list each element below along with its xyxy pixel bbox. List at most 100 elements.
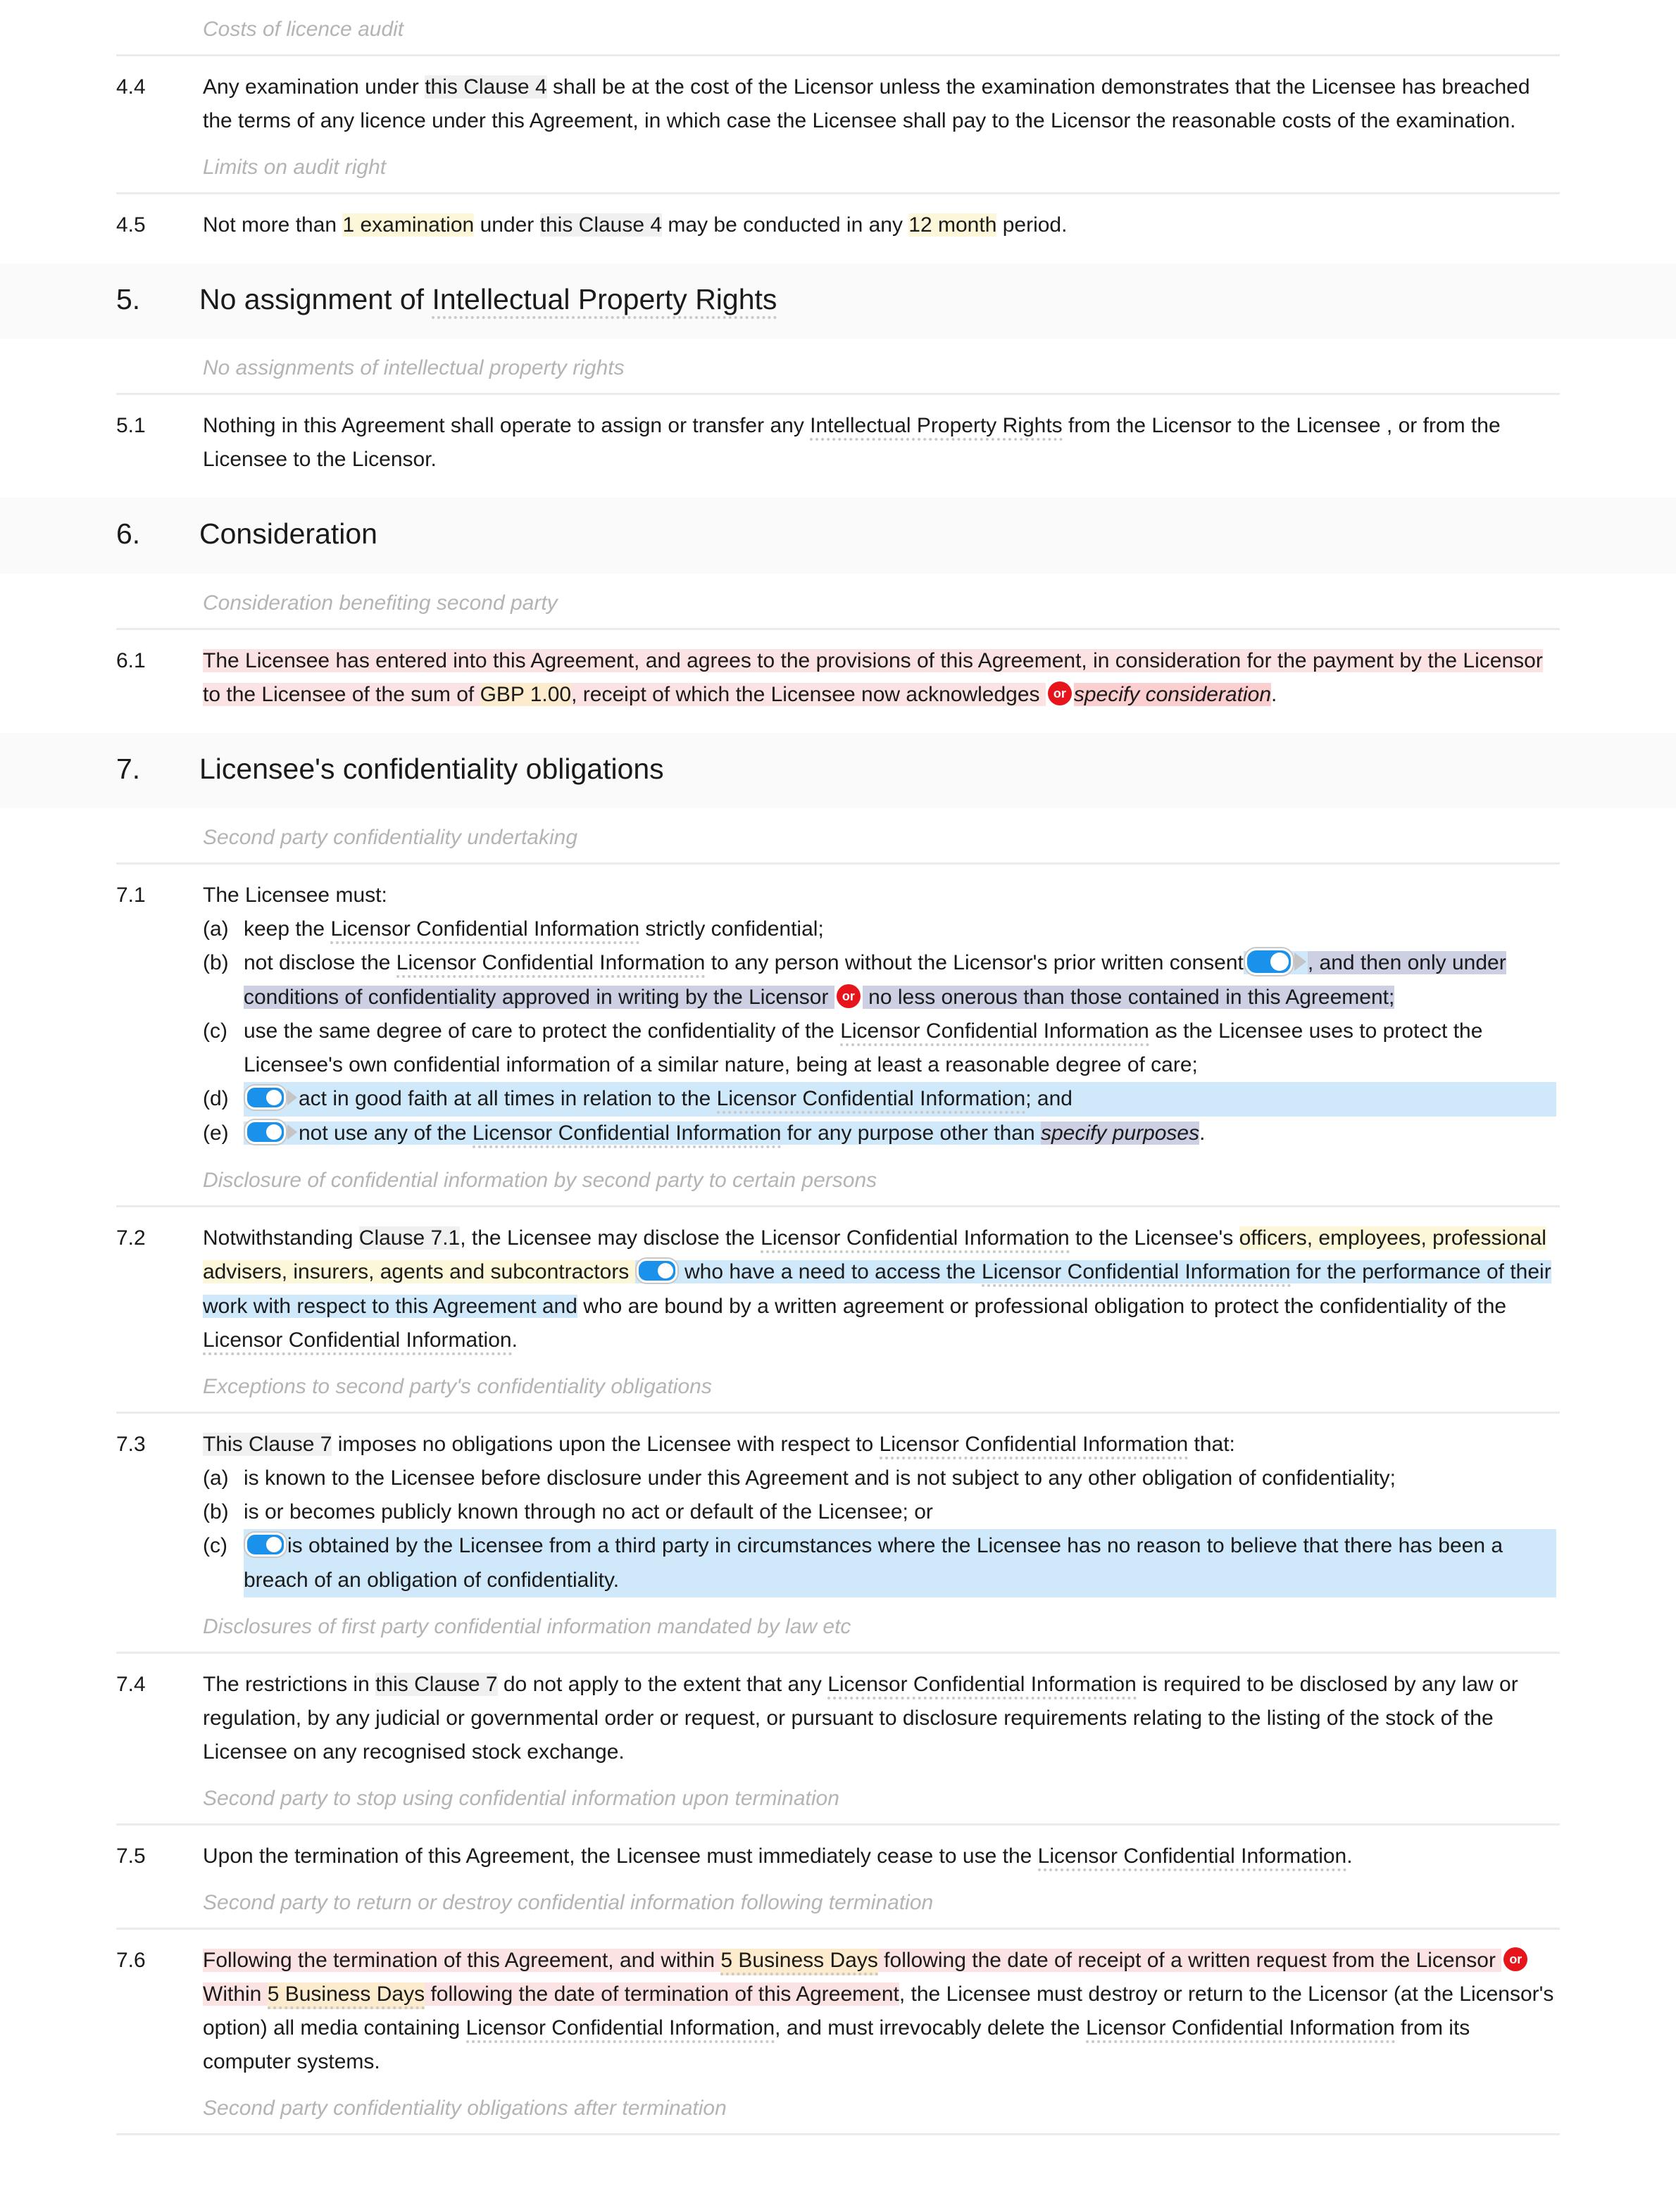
clause-number: 7.2: [116, 1226, 146, 1250]
clause-4-4: 4.4 Any examination under this Clause 4 …: [0, 56, 1676, 138]
text-fragment: .: [1199, 1121, 1206, 1145]
clause-text: The Licensee must: (a) keep the Licensor…: [203, 879, 1676, 1151]
sub-clause-d: (d) act in good faith at all times in re…: [203, 1080, 1556, 1117]
text-fragment: Nothing in this Agreement shall operate …: [203, 414, 811, 438]
rubric-exceptions-obligations: Exceptions to second party's confidentia…: [203, 1375, 712, 1399]
or-badge[interactable]: or: [1503, 1947, 1528, 1972]
defined-term[interactable]: Licensor Confidential Information: [716, 1086, 1026, 1114]
clause-reference[interactable]: this Clause 7: [375, 1673, 498, 1697]
optional-block[interactable]: Following the termination of this Agreem…: [203, 1949, 1502, 1976]
sub-clause-text[interactable]: is obtained by the Licensee from a third…: [244, 1527, 1556, 1598]
text-fragment: for any purpose other than: [781, 1121, 1041, 1145]
or-badge[interactable]: or: [1047, 681, 1072, 705]
document-page: Costs of licence audit 4.4 Any examinati…: [0, 0, 1676, 2212]
clause-reference[interactable]: Clause 7.1: [358, 1226, 461, 1250]
defined-term[interactable]: Licensor Confidential Information: [761, 1226, 1070, 1253]
clause-text: Not more than 1 examination under this C…: [203, 208, 1676, 242]
text-fragment: .: [511, 1328, 518, 1352]
defined-term[interactable]: Licensor Confidential Information: [472, 1121, 782, 1148]
clause-7-1: 7.1 The Licensee must: (a) keep the Lice…: [0, 865, 1676, 1151]
divider: [116, 2133, 1560, 2136]
clause-reference[interactable]: This Clause 7: [203, 1433, 332, 1457]
clause-7-3: 7.3 This Clause 7 imposes no obligations…: [0, 1414, 1676, 1598]
variable-field[interactable]: 5 Business Days: [267, 1982, 425, 2010]
clause-number: 7.3: [116, 1433, 146, 1457]
variable-field[interactable]: 12 month: [908, 213, 997, 237]
defined-term[interactable]: Licensor Confidential Information: [203, 1328, 512, 1356]
section-title: Consideration: [199, 517, 377, 551]
defined-term[interactable]: Licensor Confidential Information: [1037, 1845, 1347, 1872]
defined-term[interactable]: Licensor Confidential Information: [465, 2016, 775, 2044]
text-fragment: to the Licensee's: [1069, 1226, 1239, 1250]
defined-term[interactable]: Intellectual Property Rights: [432, 283, 777, 319]
rubric-return-or-destroy: Second party to return or destroy confid…: [203, 1891, 934, 1915]
section-title: Licensee's confidentiality obligations: [199, 752, 664, 785]
rubric-second-party-undertaking: Second party confidentiality undertaking: [203, 825, 578, 849]
defined-term[interactable]: Licensor Confidential Information: [981, 1259, 1291, 1287]
toggle-switch-on[interactable]: [245, 1114, 297, 1148]
rubric-consideration-benefiting: Consideration benefiting second party: [203, 591, 558, 615]
sub-clause-text: is known to the Licensee before disclosu…: [244, 1466, 1396, 1490]
text-fragment: Not more than: [203, 213, 343, 237]
defined-term[interactable]: Intellectual Property Rights: [810, 414, 1063, 441]
optional-block[interactable]: not use any of the Licensor Confidential…: [244, 1120, 1041, 1148]
clause-number: 7.6: [116, 1949, 146, 1973]
rubric-obligations-after-termination: Second party confidentiality obligations…: [203, 2097, 727, 2120]
section-number: 6.: [116, 517, 141, 551]
placeholder-field[interactable]: specify purposes: [1041, 1121, 1200, 1145]
clause-reference[interactable]: this Clause 4: [539, 213, 663, 237]
or-badge[interactable]: or: [836, 984, 861, 1008]
text-fragment: following the date of termination of thi…: [425, 1982, 899, 2006]
toggle-switch-on[interactable]: [245, 1527, 286, 1561]
text-fragment: not use any of the: [299, 1121, 473, 1145]
optional-block[interactable]: The Licensee has entered into this Agree…: [203, 648, 1543, 706]
sub-clause-text: is or becomes publicly known through no …: [244, 1500, 933, 1524]
toggle-switch-on[interactable]: [245, 1080, 297, 1114]
text-fragment: who have a need to access the: [678, 1259, 982, 1283]
sub-clause-c: (c) is obtained by the Licensee from a t…: [203, 1527, 1556, 1598]
toggle-track: [636, 1259, 677, 1283]
text-fragment: use the same degree of care to protect t…: [244, 1019, 841, 1043]
expand-arrow-icon[interactable]: [1294, 952, 1306, 971]
defined-term[interactable]: Licensor Confidential Information: [1086, 2016, 1395, 2044]
expand-arrow-icon[interactable]: [287, 1089, 297, 1105]
clause-text: Notwithstanding Clause 7.1, the Licensee…: [203, 1221, 1676, 1357]
optional-block[interactable]: Within 5 Business Days following the dat…: [203, 1982, 899, 2010]
toggle-knob: [1270, 952, 1289, 971]
clause-reference[interactable]: this Clause 4: [425, 75, 547, 99]
defined-term[interactable]: Licensor Confidential Information: [840, 1019, 1149, 1046]
toggle-track: [245, 1533, 286, 1557]
defined-term[interactable]: Licensor Confidential Information: [330, 917, 640, 944]
defined-term[interactable]: Licensor Confidential Information: [396, 950, 706, 978]
placeholder-field[interactable]: specify consideration: [1073, 682, 1272, 706]
expand-arrow-icon[interactable]: [287, 1124, 297, 1140]
clause-text: The restrictions in this Clause 7 do not…: [203, 1668, 1676, 1769]
text-fragment: no less onerous than those contained in …: [862, 985, 1395, 1009]
text-fragment: is obtained by the Licensee from a third…: [244, 1534, 1503, 1592]
toggle-switch-on[interactable]: [636, 1253, 677, 1287]
text-fragment: Within: [203, 1982, 268, 2006]
sub-clause-list: (a) is known to the Licensee before disc…: [203, 1462, 1556, 1598]
defined-term[interactable]: Licensor Confidential Information: [827, 1673, 1137, 1700]
sub-clause-text[interactable]: act in good faith at all times in relati…: [244, 1080, 1556, 1117]
text-fragment: The Licensee has entered into this Agree…: [203, 648, 1307, 672]
section-number: 5.: [116, 283, 141, 315]
sub-clause-a: (a) keep the Licensor Confidential Infor…: [203, 912, 1556, 946]
section-number: 7.: [116, 752, 141, 785]
optional-block[interactable]: no less onerous than those contained in …: [862, 985, 1395, 1009]
defined-term[interactable]: Licensor Confidential Information: [879, 1433, 1189, 1460]
rubric-no-assignments-ipr: No assignments of intellectual property …: [203, 356, 625, 380]
variable-field[interactable]: 1 examination: [342, 213, 475, 237]
text-fragment: following the date of receipt of a writt…: [877, 1949, 1502, 1973]
clause-7-2: 7.2 Notwithstanding Clause 7.1, the Lice…: [0, 1207, 1676, 1357]
text-fragment: strictly confidential;: [639, 917, 824, 941]
sub-clause-b: (b) not disclose the Licensor Confidenti…: [203, 946, 1556, 1014]
clause-number: 5.1: [116, 414, 146, 438]
rubric-stop-using-upon-termination: Second party to stop using confidential …: [203, 1787, 839, 1811]
clause-text: Nothing in this Agreement shall operate …: [203, 409, 1676, 477]
text-fragment: .: [1346, 1845, 1353, 1868]
amount-field[interactable]: GBP 1.00: [480, 682, 572, 706]
toggle-wrapper[interactable]: [1243, 948, 1308, 975]
toggle-switch-on[interactable]: [1244, 944, 1306, 978]
variable-field[interactable]: 5 Business Days: [720, 1949, 878, 1976]
